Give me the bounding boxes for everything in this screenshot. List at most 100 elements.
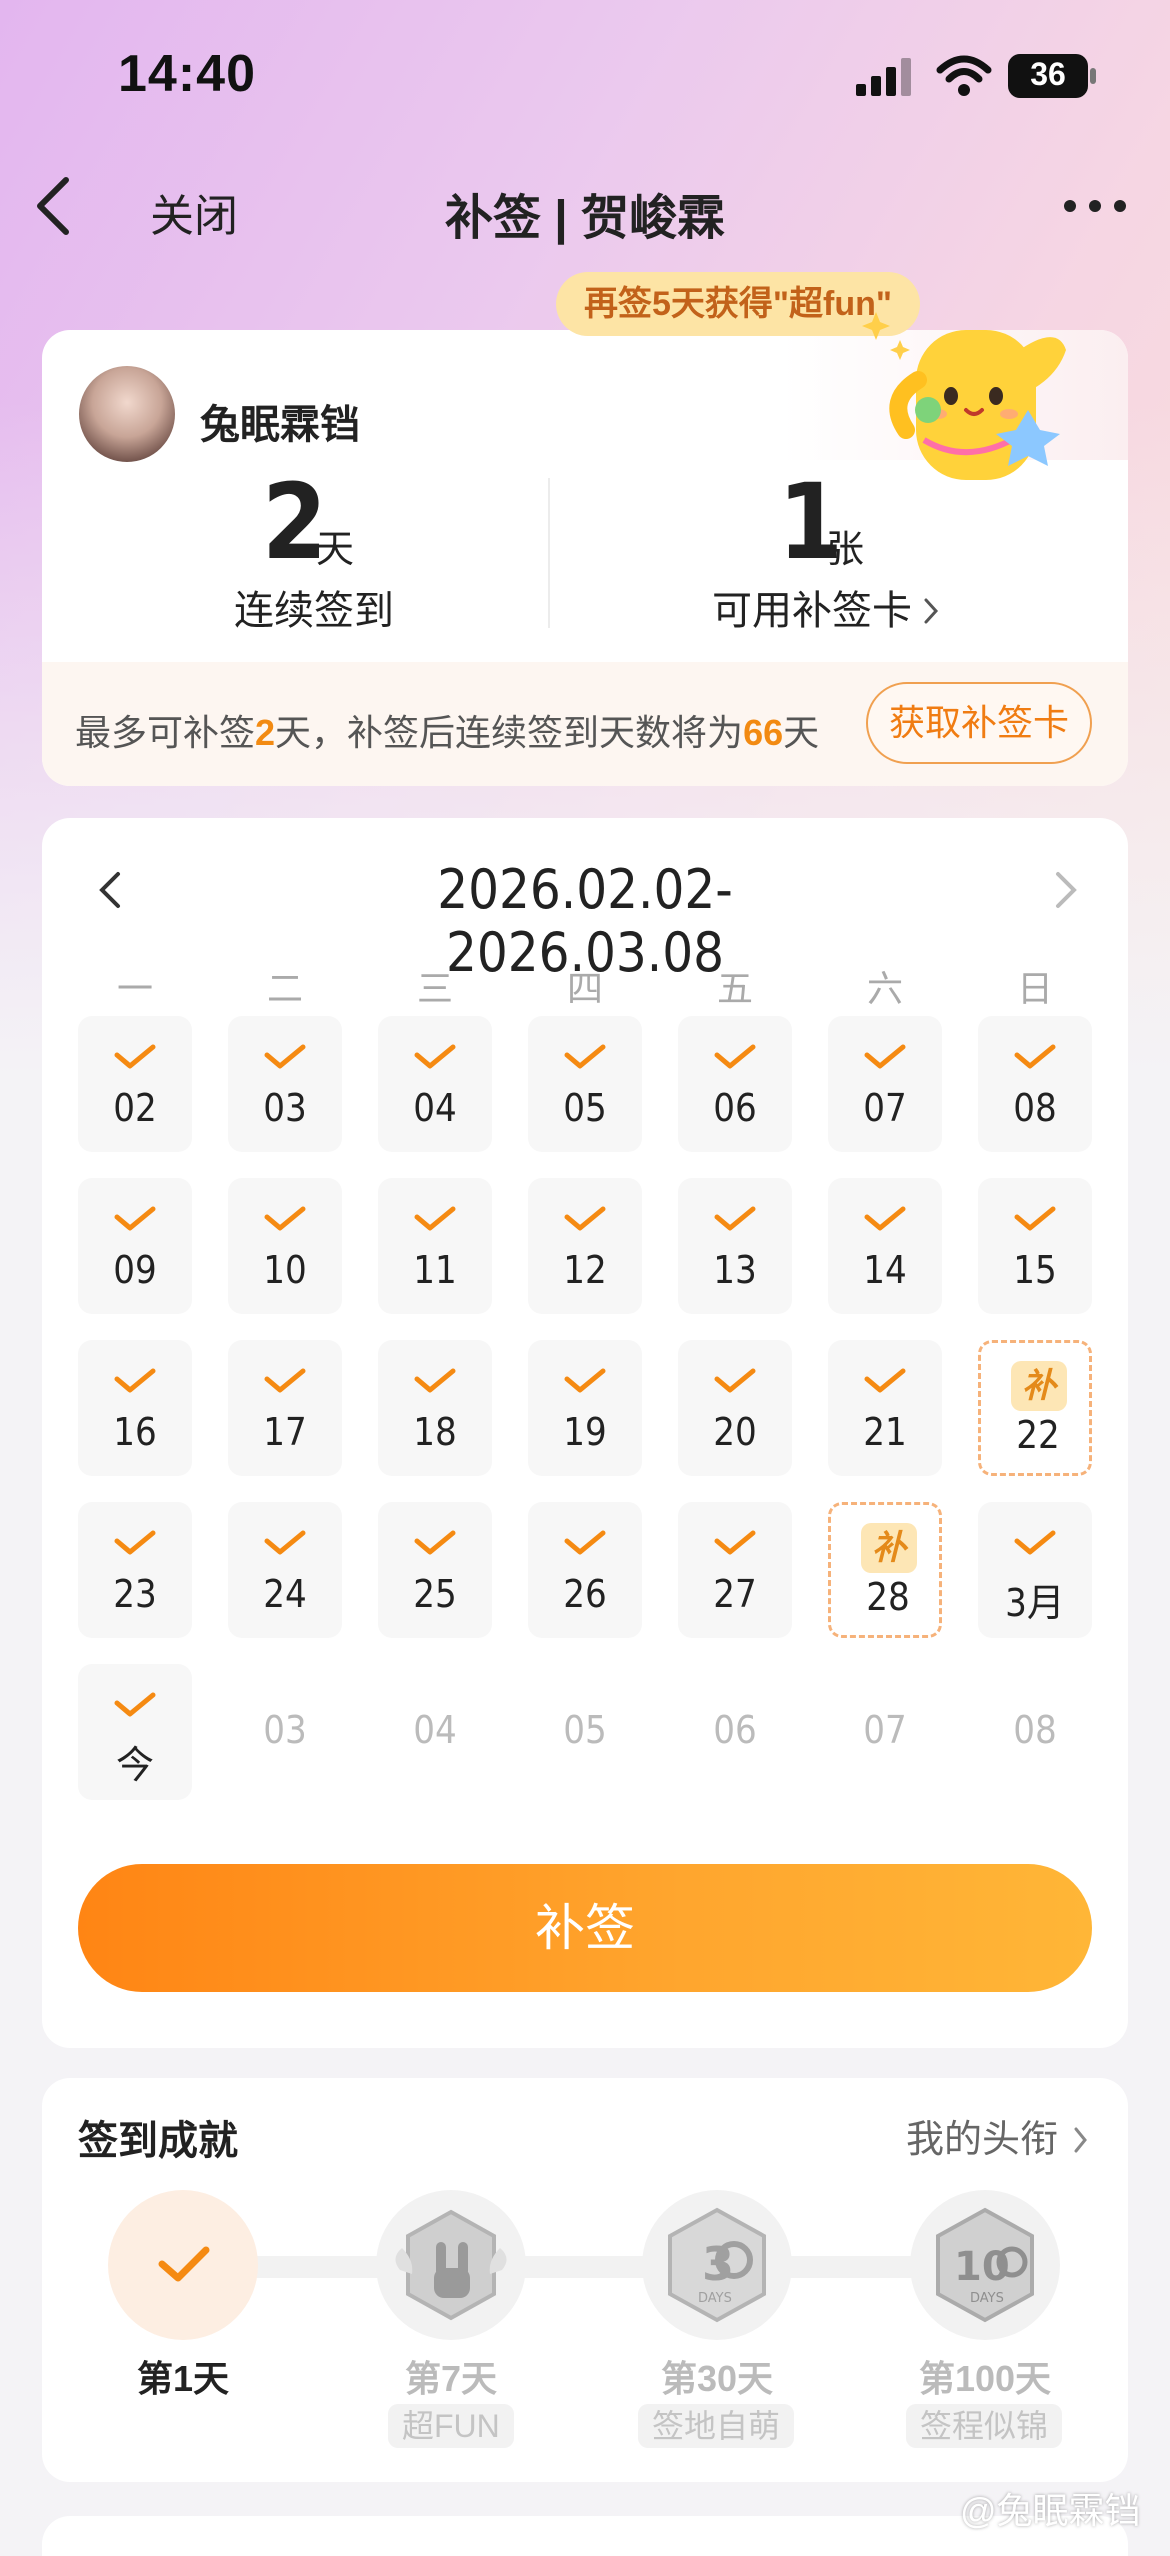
stats-divider [548, 478, 550, 628]
makeup-badge: 补 [1011, 1361, 1067, 1411]
calendar-day[interactable]: 02 [78, 1016, 192, 1152]
check-icon [114, 1692, 156, 1717]
calendar-day[interactable]: 06 [678, 1016, 792, 1152]
makeup-checkin-button[interactable]: 补签 [78, 1864, 1092, 1992]
calendar-day-number: 09 [113, 1248, 157, 1292]
my-titles-label: 我的头衔 [906, 2119, 1059, 2161]
calendar-day-number: 24 [263, 1572, 307, 1616]
calendar-day-number: 3月 [1005, 1581, 1065, 1625]
chevron-right-icon [924, 598, 939, 624]
calendar-day-number: 21 [863, 1410, 907, 1454]
calendar-day-number: 03 [263, 1708, 307, 1752]
calendar-day-number: 28 [866, 1575, 910, 1619]
30-days-badge-icon: 3 DAYS [668, 2207, 766, 2323]
weekday-label: 六 [866, 968, 903, 1009]
calendar-day-number: 06 [713, 1708, 757, 1752]
calendar-day-number: 13 [713, 1248, 757, 1292]
svg-text:DAYS: DAYS [970, 2291, 1004, 2306]
check-icon [414, 1368, 456, 1393]
calendar-day[interactable]: 05 [528, 1016, 642, 1152]
check-icon [414, 1530, 456, 1555]
weekday-label: 四 [566, 968, 603, 1009]
check-icon [414, 1044, 456, 1069]
check-icon [564, 1368, 606, 1393]
calendar-day-number: 10 [263, 1248, 307, 1292]
calendar-day-makeup[interactable]: 补 28 [828, 1502, 942, 1638]
cellular-signal-icon [856, 58, 911, 96]
calendar-day: 05 [528, 1664, 642, 1800]
calendar-day[interactable]: 16 [78, 1340, 192, 1476]
calendar-day[interactable]: 03 [228, 1016, 342, 1152]
calendar-day[interactable]: 15 [978, 1178, 1092, 1314]
check-icon [414, 1206, 456, 1231]
calendar-day-number: 06 [713, 1086, 757, 1130]
calendar-day[interactable]: 3月 [978, 1502, 1092, 1638]
calendar-day[interactable]: 04 [378, 1016, 492, 1152]
streak-unit: 天 [316, 529, 355, 571]
check-icon [714, 1530, 756, 1555]
back-arrow-icon[interactable] [28, 176, 78, 236]
check-icon [114, 1530, 156, 1555]
next-period-icon[interactable] [1050, 870, 1080, 910]
calendar-day-number: 08 [1013, 1086, 1057, 1130]
calendar-day-number: 15 [1013, 1248, 1057, 1292]
wifi-icon [936, 55, 992, 96]
calendar-day[interactable]: 08 [978, 1016, 1092, 1152]
calendar-day-number: 08 [1013, 1708, 1057, 1752]
makeup-badge: 补 [861, 1523, 917, 1573]
get-makeup-card-button[interactable]: 获取补签卡 [866, 682, 1092, 764]
status-time: 14:40 [118, 45, 256, 103]
achievement-day-label: 第1天 [136, 2358, 230, 2399]
calendar-day[interactable]: 11 [378, 1178, 492, 1314]
streak-label: 连续签到 [234, 589, 394, 633]
calendar-day[interactable]: 21 [828, 1340, 942, 1476]
calendar-day-number: 18 [413, 1410, 457, 1454]
chevron-right-icon [1074, 2127, 1087, 2153]
calendar-day-number: 11 [413, 1248, 457, 1292]
calendar-day[interactable]: 12 [528, 1178, 642, 1314]
weekday-label: 二 [266, 968, 303, 1009]
calendar-day-number: 04 [413, 1086, 457, 1130]
calendar-day[interactable]: 今 [78, 1664, 192, 1800]
calendar-day[interactable]: 26 [528, 1502, 642, 1638]
achievement-day1 [108, 2190, 258, 2340]
my-titles-link[interactable]: 我的头衔 [906, 2108, 1089, 2163]
calendar-day[interactable]: 14 [828, 1178, 942, 1314]
prev-period-icon[interactable] [96, 870, 126, 910]
mascot-icon [862, 312, 1066, 480]
calendar-day[interactable]: 17 [228, 1340, 342, 1476]
check-icon [264, 1206, 306, 1231]
calendar-day[interactable]: 19 [528, 1340, 642, 1476]
calendar-day[interactable]: 27 [678, 1502, 792, 1638]
calendar-day[interactable]: 09 [78, 1178, 192, 1314]
calendar-day: 06 [678, 1664, 792, 1800]
calendar-day-number: 02 [113, 1086, 157, 1130]
available-cards-label: 可用补签卡 [712, 589, 912, 633]
calendar-day-number: 17 [263, 1410, 307, 1454]
calendar-day[interactable]: 24 [228, 1502, 342, 1638]
calendar-day-number: 05 [563, 1086, 607, 1130]
check-icon [564, 1206, 606, 1231]
calendar-day[interactable]: 13 [678, 1178, 792, 1314]
calendar-day-number: 今 [115, 1743, 154, 1787]
check-icon [264, 1044, 306, 1069]
calendar-day[interactable]: 10 [228, 1178, 342, 1314]
calendar-day[interactable]: 25 [378, 1502, 492, 1638]
achievement-day-label: 第100天 [918, 2358, 1052, 2399]
calendar-day-number: 20 [713, 1410, 757, 1454]
check-icon [714, 1206, 756, 1231]
check-icon [264, 1368, 306, 1393]
close-button[interactable]: 关闭 [150, 180, 238, 244]
calendar-day-number: 16 [113, 1410, 157, 1454]
calendar-day[interactable]: 18 [378, 1340, 492, 1476]
makeup-card-unit: 张 [826, 529, 865, 571]
calendar-day-makeup[interactable]: 补 22 [978, 1340, 1092, 1476]
available-cards-link[interactable]: 可用补签卡 [712, 578, 940, 636]
calendar-day[interactable]: 07 [828, 1016, 942, 1152]
calendar-day[interactable]: 23 [78, 1502, 192, 1638]
more-icon[interactable] [1060, 196, 1130, 216]
achievement-day-label: 第30天 [660, 2358, 774, 2399]
calendar-day-number: 23 [113, 1572, 157, 1616]
weekday-label: 五 [716, 968, 753, 1009]
calendar-day[interactable]: 20 [678, 1340, 792, 1476]
